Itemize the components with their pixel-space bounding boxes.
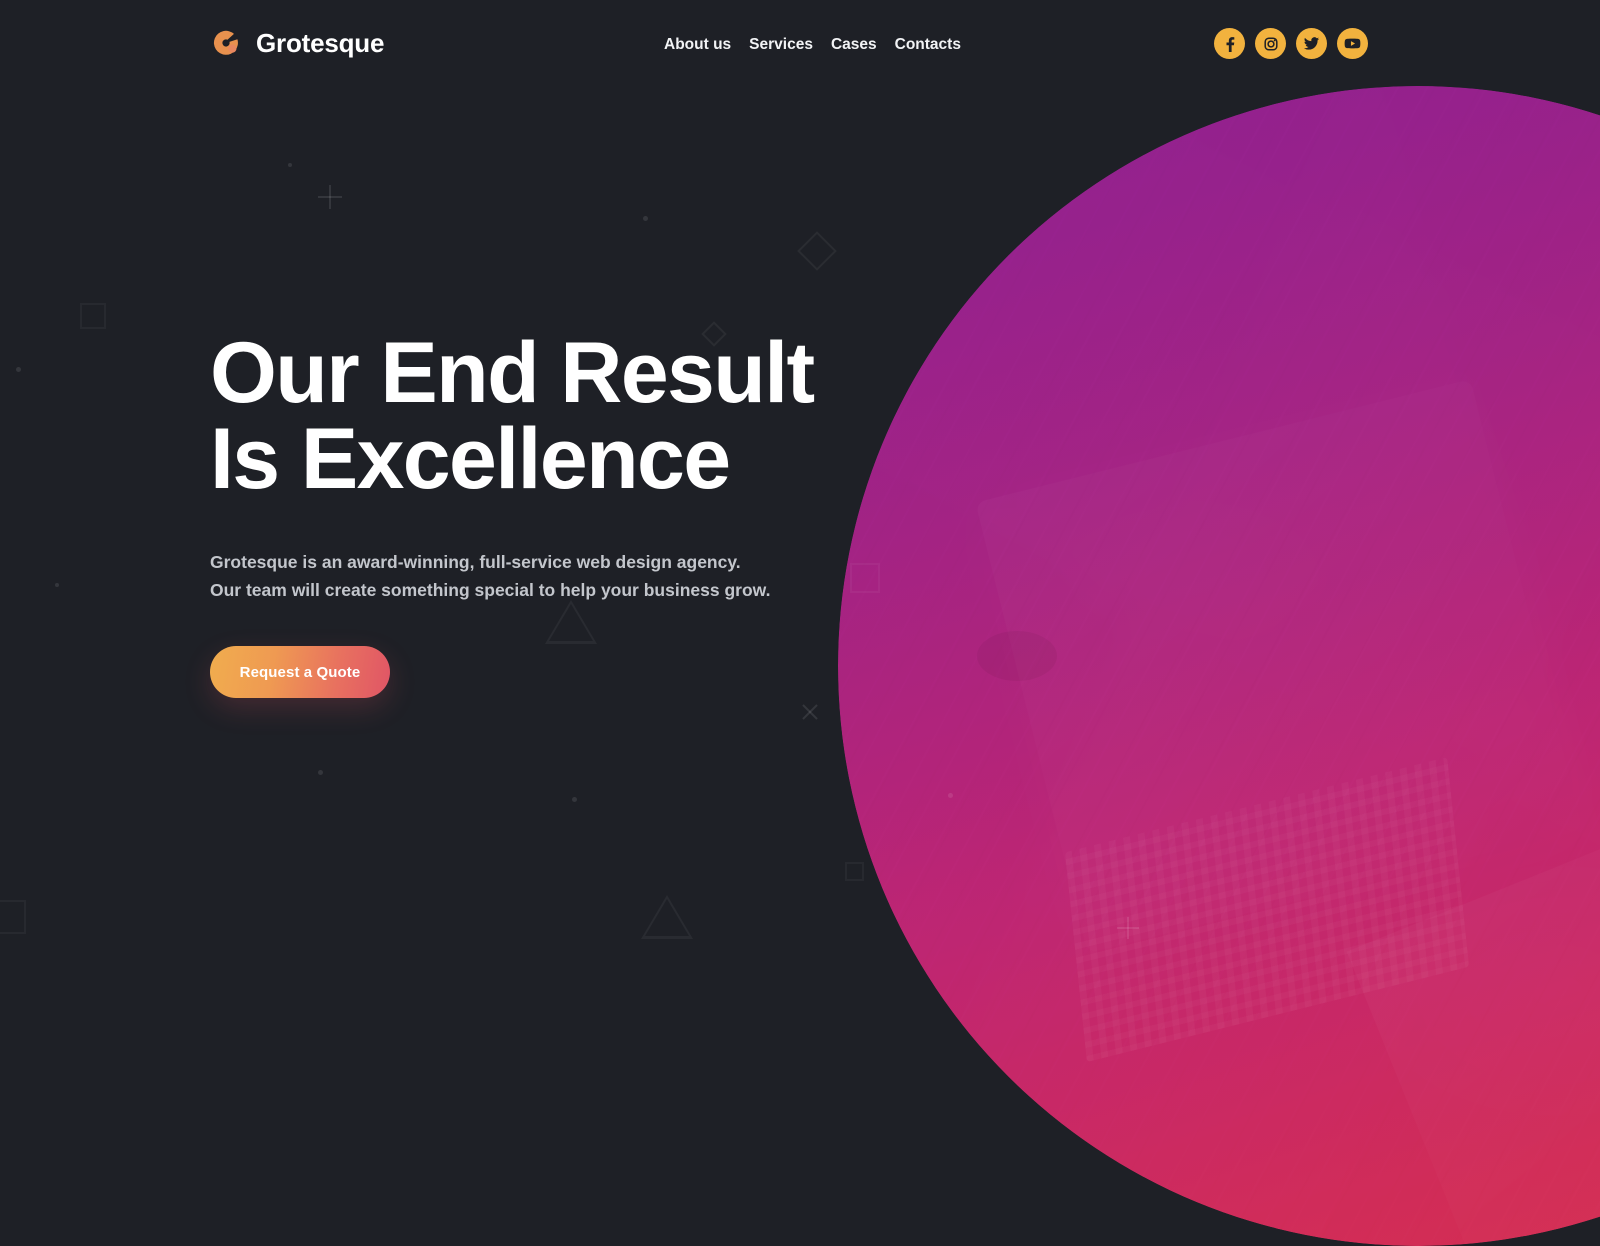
main-nav: About us Services Cases Contacts	[664, 34, 961, 56]
grotesque-ring-dot-logo-icon	[210, 27, 242, 59]
nav-item-cases[interactable]: Cases	[831, 34, 877, 56]
hero-circle-graphic	[838, 86, 1600, 1246]
social-links	[1214, 28, 1368, 59]
nav-item-services[interactable]: Services	[749, 34, 813, 56]
facebook-icon	[1222, 36, 1238, 52]
diamond-icon	[797, 231, 837, 271]
hero-section: Our End Result Is Excellence Grotesque i…	[210, 330, 910, 698]
site-header: Grotesque About us Services Cases Contac…	[0, 0, 1600, 88]
square-icon	[845, 862, 864, 881]
plus-icon	[318, 185, 342, 209]
dot-icon	[55, 583, 59, 587]
dot-icon	[288, 163, 292, 167]
instagram-icon	[1263, 36, 1279, 52]
hero-headline: Our End Result Is Excellence	[210, 325, 815, 507]
twitter-icon	[1303, 35, 1320, 52]
social-link-instagram[interactable]	[1255, 28, 1286, 59]
nav-item-about-us[interactable]: About us	[664, 34, 731, 56]
square-icon	[80, 303, 106, 329]
social-link-facebook[interactable]	[1214, 28, 1245, 59]
x-icon	[800, 702, 820, 722]
social-link-youtube[interactable]	[1337, 28, 1368, 59]
brand-logo[interactable]: Grotesque	[210, 27, 384, 59]
social-link-twitter[interactable]	[1296, 28, 1327, 59]
dot-icon	[318, 770, 323, 775]
nav-item-contacts[interactable]: Contacts	[895, 34, 961, 56]
dot-icon	[572, 797, 577, 802]
square-icon	[0, 900, 26, 934]
hero-circle-tint	[838, 86, 1600, 1246]
dot-icon	[16, 367, 21, 372]
triangle-icon	[641, 895, 693, 939]
hero-subtitle: Grotesque is an award-winning, full-serv…	[210, 552, 771, 600]
request-a-quote-button[interactable]: Request a Quote	[210, 646, 390, 698]
youtube-icon	[1344, 35, 1361, 52]
dot-icon	[643, 216, 648, 221]
brand-name: Grotesque	[256, 28, 385, 58]
